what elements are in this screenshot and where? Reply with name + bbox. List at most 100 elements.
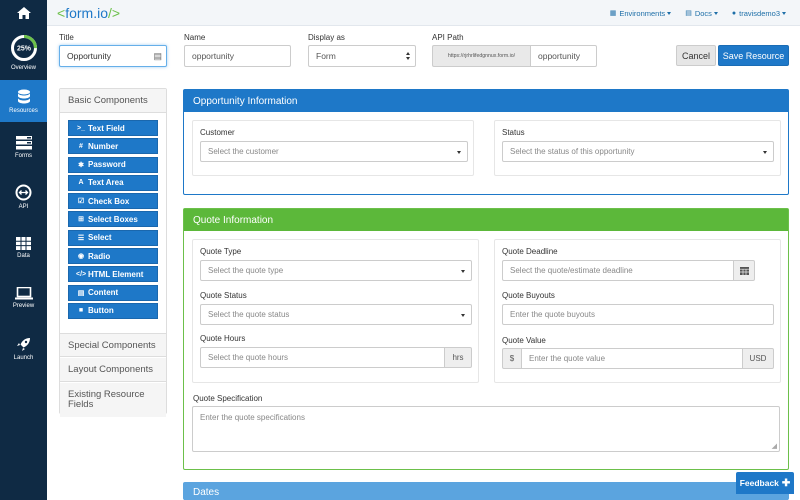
quote-hours-input[interactable]: Select the quote hours: [200, 347, 445, 368]
basic-components-header[interactable]: Basic Components: [60, 89, 166, 113]
top-bar: <form.io/> ▦ Environments ▤ Docs ● travisde…: [47, 0, 800, 26]
title-input[interactable]: Opportunity ▤: [59, 45, 167, 67]
quote-buyouts-label: Quote Buyouts: [502, 291, 555, 300]
home-button[interactable]: [0, 0, 47, 26]
brand-text: form.io: [65, 5, 108, 21]
quote-right-column: Quote Deadline Select the quote/estimate…: [494, 239, 781, 383]
feedback-button[interactable]: Feedback ✚: [736, 472, 794, 494]
component-check-box[interactable]: ☑ Check Box: [68, 193, 158, 210]
calendar-icon: [739, 267, 749, 275]
layout-components-header[interactable]: Layout Components: [60, 358, 166, 382]
nav-overview[interactable]: 25% Overview: [0, 34, 47, 74]
brand-logo[interactable]: <form.io/>: [57, 5, 120, 21]
name-label: Name: [184, 33, 206, 42]
component-icon: ▤: [77, 289, 85, 297]
nav-launch-label: Launch: [13, 355, 34, 361]
status-label: Status: [502, 128, 525, 137]
quote-value-input[interactable]: Enter the quote value: [521, 348, 743, 369]
save-resource-button[interactable]: Save Resource: [718, 45, 789, 66]
caret-down-icon: [782, 11, 786, 15]
nav-api[interactable]: API: [0, 184, 47, 214]
component-label: Button: [88, 306, 114, 316]
quote-type-label: Quote Type: [200, 247, 242, 256]
nav-preview[interactable]: Preview: [0, 287, 47, 317]
server-icon: ▦: [609, 10, 617, 17]
calendar-button[interactable]: [733, 260, 755, 281]
docs-label: Docs: [694, 8, 712, 18]
environments-label: Environments: [619, 8, 666, 18]
caret-down-icon: [667, 11, 672, 15]
quote-panel-title: Quote Information: [184, 209, 788, 231]
cancel-button[interactable]: Cancel: [676, 45, 716, 66]
component-select-boxes[interactable]: ⊞ Select Boxes: [68, 211, 158, 228]
quote-deadline-input[interactable]: Select the quote/estimate deadline: [502, 260, 734, 281]
quote-deadline-label: Quote Deadline: [502, 247, 558, 256]
component-icon: ■: [78, 307, 84, 315]
quote-status-label: Quote Status: [200, 291, 247, 300]
dates-panel: Dates: [183, 482, 789, 500]
quote-spec-placeholder: Enter the quote specifications: [200, 413, 305, 422]
environments-menu[interactable]: ▦ Environments: [609, 8, 672, 18]
quote-value-label: Quote Value: [502, 336, 546, 345]
name-input[interactable]: opportunity: [184, 45, 291, 67]
book-icon: ▤: [685, 10, 692, 17]
customer-placeholder: Select the customer: [208, 147, 279, 156]
component-label: Select: [88, 233, 112, 243]
status-select[interactable]: Select the status of this opportunity: [502, 141, 774, 162]
quote-type-select[interactable]: Select the quote type: [200, 260, 472, 281]
component-number[interactable]: # Number: [68, 138, 158, 155]
quote-status-select[interactable]: Select the quote status: [200, 304, 472, 325]
api-path-prefix: https://rjrhrlifedgnnux.form.io/: [432, 45, 530, 67]
plus-icon: ✚: [781, 477, 791, 489]
component-icon: ◉: [77, 253, 85, 261]
user-label: travisdemo3: [739, 8, 780, 18]
component-radio[interactable]: ◉ Radio: [68, 248, 158, 265]
feedback-label: Feedback: [739, 478, 779, 488]
dates-panel-title: Dates: [184, 483, 788, 500]
component-label: Check Box: [88, 196, 130, 206]
component-content[interactable]: ▤ Content: [68, 284, 158, 301]
display-select[interactable]: Form: [308, 45, 416, 67]
quote-panel: Quote Information Quote Type Select the …: [183, 208, 789, 470]
title-label: Title: [59, 33, 74, 42]
nav-forms[interactable]: Forms: [0, 136, 47, 166]
component-text-area[interactable]: A Text Area: [68, 174, 158, 191]
component-label: Radio: [88, 251, 111, 261]
component-text-field[interactable]: >_ Text Field: [68, 120, 158, 136]
component-label: Number: [88, 141, 119, 151]
nav-forms-label: Forms: [15, 153, 32, 159]
component-builder: Basic Components >_ Text Field # Number ✱ Pas…: [59, 88, 167, 417]
component-select[interactable]: ☰ Select: [68, 229, 158, 246]
nav-preview-label: Preview: [12, 303, 35, 309]
component-label: Text Field: [88, 123, 125, 133]
title-value: Opportunity: [67, 51, 111, 61]
left-nav: 25% Overview Resources Forms API Data Pr…: [0, 0, 47, 500]
caret-down-icon: [457, 151, 461, 154]
docs-menu[interactable]: ▤ Docs: [685, 9, 718, 18]
progress-text: 25%: [16, 46, 31, 53]
component-password[interactable]: ✱ Password: [68, 156, 158, 173]
select-arrows-icon: [406, 52, 410, 60]
nav-resources[interactable]: Resources: [0, 80, 47, 122]
customer-select[interactable]: Select the customer: [200, 141, 468, 162]
special-components-header[interactable]: Special Components: [60, 333, 166, 357]
quote-left-column: Quote Type Select the quote type Quote S…: [192, 239, 479, 383]
display-label: Display as: [308, 33, 345, 42]
component-icon: ☑: [77, 198, 85, 206]
user-menu[interactable]: ● travisdemo3: [732, 9, 786, 18]
caret-down-icon: [461, 270, 465, 273]
quote-buyouts-placeholder: Enter the quote buyouts: [510, 310, 595, 319]
quote-buyouts-input[interactable]: Enter the quote buyouts: [502, 304, 774, 325]
component-icon: #: [79, 142, 83, 150]
user-icon: ●: [731, 9, 737, 17]
nav-data[interactable]: Data: [0, 237, 47, 267]
existing-resource-fields-header[interactable]: Existing Resource Fields: [60, 383, 166, 417]
resize-handle-icon[interactable]: ◢: [772, 442, 777, 450]
quote-spec-textarea[interactable]: Enter the quote specifications ◢: [192, 406, 780, 452]
quote-value-suffix: USD: [742, 348, 774, 369]
api-path-label: API Path: [432, 33, 464, 42]
nav-launch[interactable]: Launch: [0, 337, 47, 367]
api-path-input[interactable]: opportunity: [530, 45, 597, 67]
component-button[interactable]: ■ Button: [68, 302, 158, 319]
component-html-element[interactable]: </> HTML Element: [68, 266, 158, 283]
